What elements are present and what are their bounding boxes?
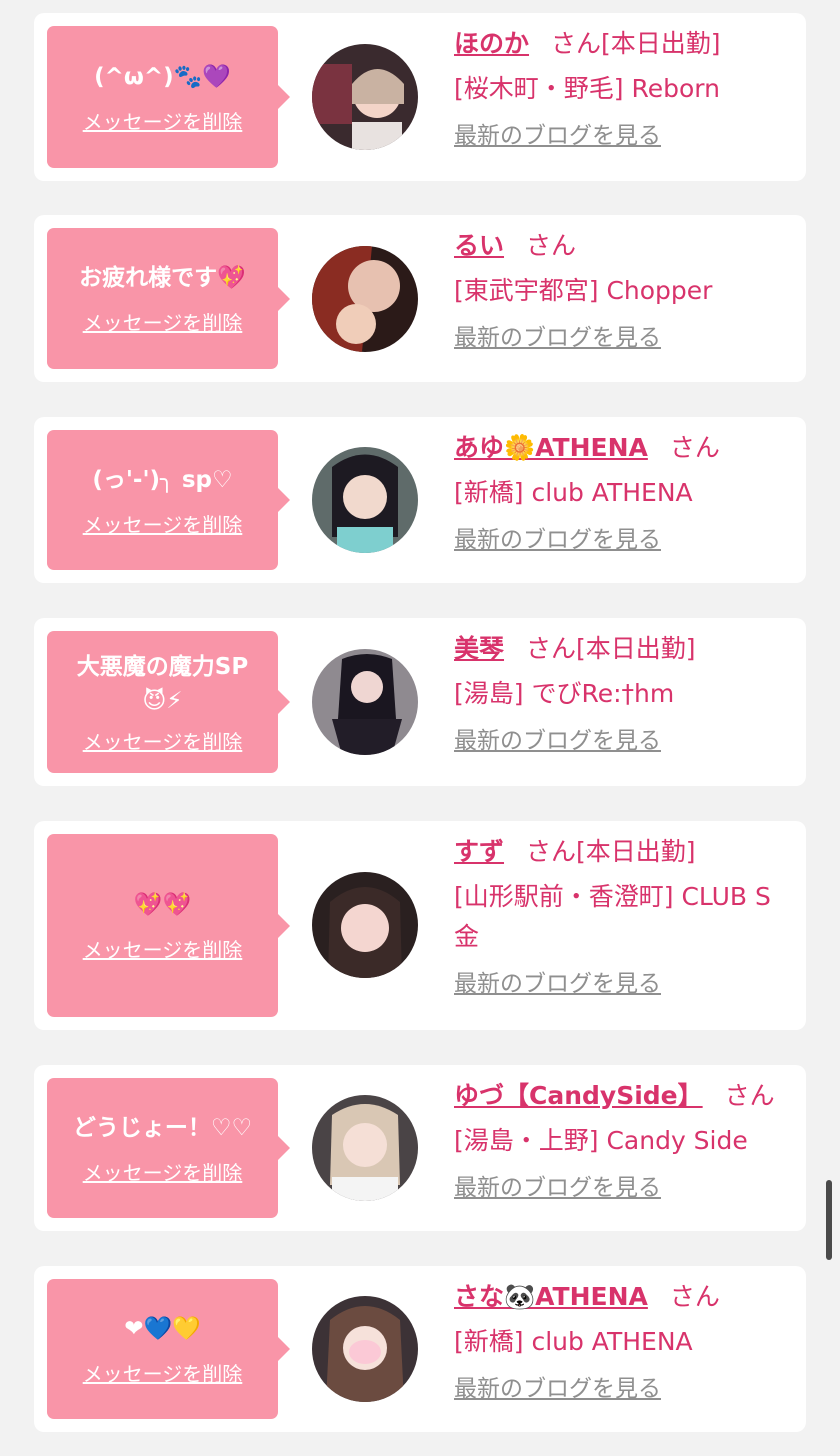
message-text: お疲れ様です💖 [79, 265, 246, 291]
avatar[interactable] [312, 649, 418, 755]
shop-label: [東武宇都宮] Chopper [454, 276, 713, 305]
latest-blog-link[interactable]: 最新のブログを見る [454, 121, 661, 151]
message-bubble: 💖💖 メッセージを削除 [47, 834, 290, 1017]
latest-blog-link[interactable]: 最新のブログを見る [454, 525, 661, 555]
item-info: るい さん [東武宇都宮] Chopper 最新のブログを見る [454, 229, 794, 353]
item-info: すず さん[本日出勤] [山形駅前・香澄町] CLUB S金 最新のブログを見る [454, 835, 794, 999]
attendance-status: [本日出勤] [601, 29, 721, 58]
item-info: ほのか さん[本日出勤] [桜木町・野毛] Reborn 最新のブログを見る [454, 27, 794, 151]
message-text: ❤💙💛 [124, 1315, 201, 1342]
avatar-image [312, 447, 418, 553]
shop-label: [山形駅前・香澄町] CLUB S金 [454, 882, 771, 951]
message-bubble: ❤💙💛 メッセージを削除 [47, 1279, 290, 1419]
avatar-image [312, 246, 418, 352]
scrollbar[interactable] [826, 1180, 832, 1260]
latest-blog-link[interactable]: 最新のブログを見る [454, 1374, 661, 1404]
delete-message-link[interactable]: メッセージを削除 [83, 307, 243, 336]
honorific: さん [724, 1081, 775, 1110]
delete-message-link[interactable]: メッセージを削除 [83, 1358, 243, 1387]
avatar[interactable] [312, 246, 418, 352]
list-item: (っ'-')╮ sp♡ メッセージを削除 あゆ🌼ATHENA さん [新橋] cl… [34, 417, 806, 583]
shop-label: [新橋] club ATHENA [454, 478, 693, 507]
avatar[interactable] [312, 44, 418, 150]
delete-message-link[interactable]: メッセージを削除 [83, 934, 243, 963]
message-bubble: 大悪魔の魔力SP 😈⚡ メッセージを削除 [47, 631, 290, 773]
item-info: 美琴 さん[本日出勤] [湯島] でびRe:†hm 最新のブログを見る [454, 632, 794, 756]
list-item: 💖💖 メッセージを削除 すず さん[本日出勤] [山形駅前・香澄町] CLUB S… [34, 821, 806, 1030]
message-bubble: (っ'-')╮ sp♡ メッセージを削除 [47, 430, 290, 570]
delete-message-link[interactable]: メッセージを削除 [83, 509, 243, 538]
avatar[interactable] [312, 1095, 418, 1201]
avatar-image [312, 1095, 418, 1201]
avatar-image [312, 44, 418, 150]
shop-label: [湯島・上野] Candy Side [454, 1126, 748, 1155]
avatar-image [312, 1296, 418, 1402]
message-text: どうじょー！♡♡ [72, 1114, 253, 1141]
cast-name-link[interactable]: るい [454, 231, 504, 260]
cast-name-link[interactable]: さな🐼ATHENA [454, 1282, 648, 1311]
attendance-status: [本日出勤] [576, 634, 696, 663]
delete-message-link[interactable]: メッセージを削除 [83, 726, 243, 755]
latest-blog-link[interactable]: 最新のブログを見る [454, 726, 661, 756]
honorific: さん [526, 837, 577, 866]
cast-name-link[interactable]: 美琴 [454, 634, 504, 663]
message-bubble: お疲れ様です💖 メッセージを削除 [47, 228, 290, 369]
list-item: 大悪魔の魔力SP 😈⚡ メッセージを削除 美琴 さん[本日出勤] [湯島] でびR… [34, 618, 806, 786]
avatar-image [312, 872, 418, 978]
latest-blog-link[interactable]: 最新のブログを見る [454, 323, 661, 353]
message-text: (^ω^)🐾💜 [94, 63, 231, 90]
message-text: 大悪魔の魔力SP 😈⚡ [76, 653, 249, 714]
avatar[interactable] [312, 1296, 418, 1402]
cast-name-link[interactable]: あゆ🌼ATHENA [454, 433, 648, 462]
delete-message-link[interactable]: メッセージを削除 [83, 1157, 243, 1186]
item-info: さな🐼ATHENA さん [新橋] club ATHENA 最新のブログを見る [454, 1280, 794, 1404]
attendance-status: [本日出勤] [576, 837, 696, 866]
avatar-image [312, 649, 418, 755]
item-info: ゆづ【CandySide】 さん [湯島・上野] Candy Side 最新のブロ… [454, 1079, 794, 1203]
shop-label: [湯島] でびRe:†hm [454, 679, 675, 708]
honorific: さん [526, 634, 577, 663]
honorific: さん [526, 231, 577, 260]
message-bubble: どうじょー！♡♡ メッセージを削除 [47, 1078, 290, 1218]
list-item: (^ω^)🐾💜 メッセージを削除 ほのか さん[本日出勤] [桜木町・野毛] Re… [34, 13, 806, 181]
cast-name-link[interactable]: ほのか [454, 29, 529, 58]
honorific: さん [669, 1282, 720, 1311]
cast-name-link[interactable]: すず [454, 837, 504, 866]
message-text: (っ'-')╮ sp♡ [92, 466, 233, 493]
list-item: お疲れ様です💖 メッセージを削除 るい さん [東武宇都宮] Chopper 最新… [34, 215, 806, 382]
cast-name-link[interactable]: ゆづ【CandySide】 [454, 1081, 703, 1110]
list-item: どうじょー！♡♡ メッセージを削除 ゆづ【CandySide】 さん [湯島・上野… [34, 1065, 806, 1231]
list-item: ❤💙💛 メッセージを削除 さな🐼ATHENA さん [新橋] club ATHEN… [34, 1266, 806, 1432]
shop-label: [桜木町・野毛] Reborn [454, 74, 720, 103]
delete-message-link[interactable]: メッセージを削除 [83, 106, 243, 135]
message-text: 💖💖 [133, 892, 192, 918]
honorific: さん [551, 29, 602, 58]
avatar[interactable] [312, 447, 418, 553]
shop-label: [新橋] club ATHENA [454, 1327, 693, 1356]
avatar[interactable] [312, 872, 418, 978]
latest-blog-link[interactable]: 最新のブログを見る [454, 969, 661, 999]
item-info: あゆ🌼ATHENA さん [新橋] club ATHENA 最新のブログを見る [454, 431, 794, 555]
honorific: さん [669, 433, 720, 462]
latest-blog-link[interactable]: 最新のブログを見る [454, 1173, 661, 1203]
message-bubble: (^ω^)🐾💜 メッセージを削除 [47, 26, 290, 168]
